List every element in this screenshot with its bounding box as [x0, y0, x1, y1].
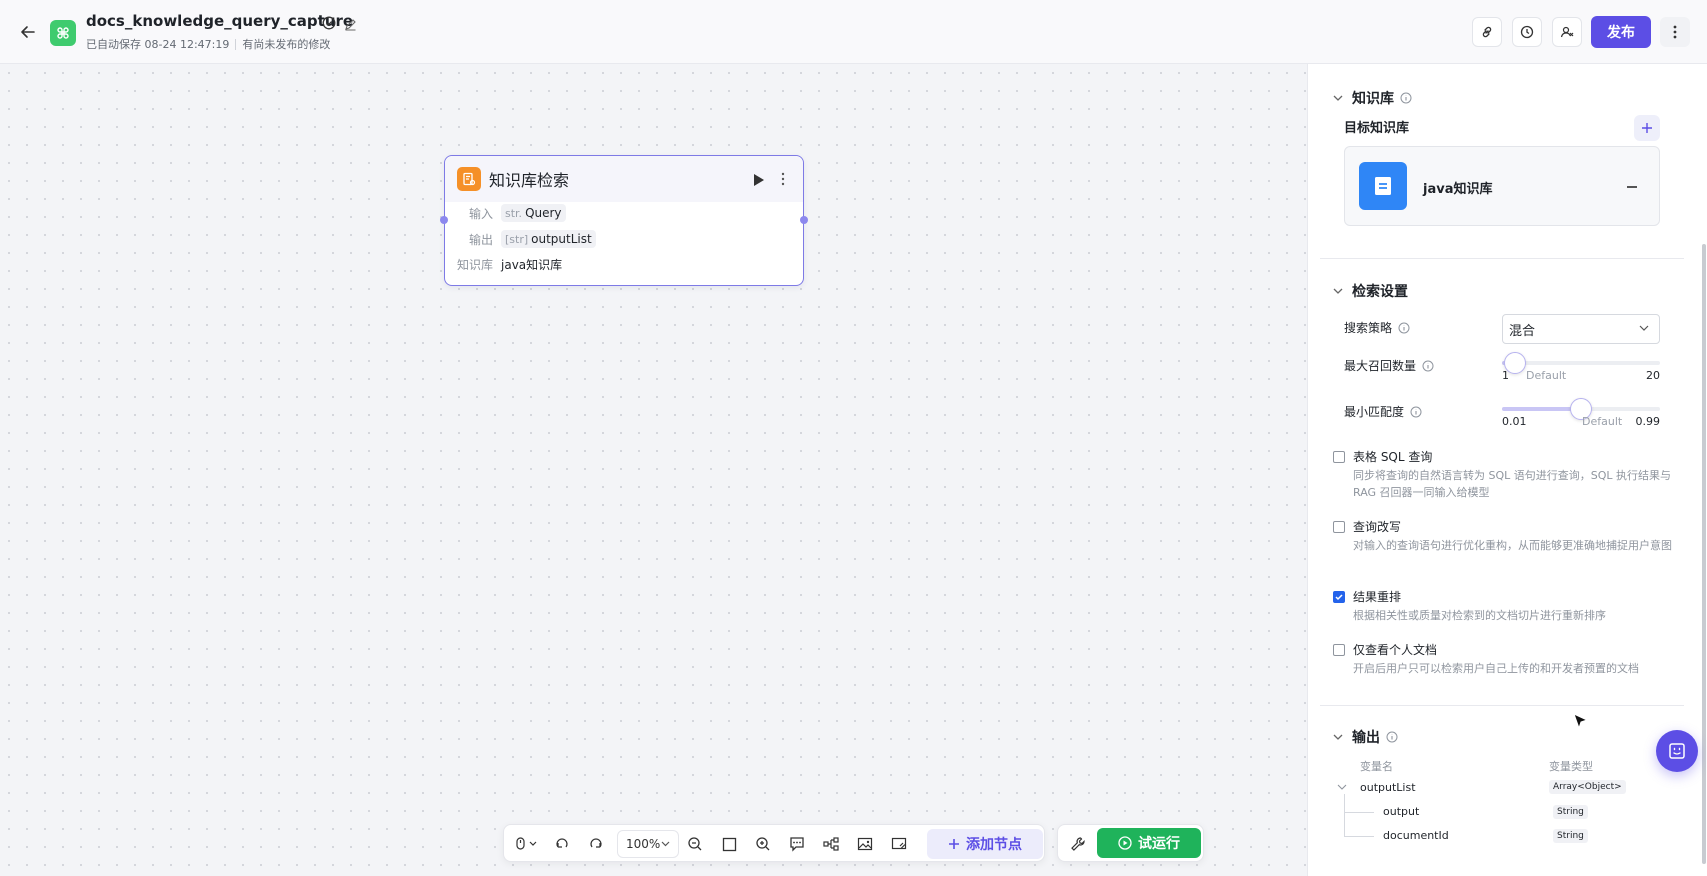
autosave-text: 已自动保存 08-24 12:47:19 [86, 38, 230, 51]
target-kb-label: 目标知识库 [1344, 121, 1410, 136]
strategy-label: 搜索策略 [1344, 319, 1410, 336]
history-clock-icon[interactable] [1512, 17, 1542, 47]
node-more-icon[interactable] [781, 171, 785, 186]
output-variable-pill: [str] outputList [501, 230, 596, 248]
output-child-name: documentId [1383, 829, 1449, 842]
check-icon [1335, 594, 1343, 601]
layout-tree-icon[interactable] [821, 834, 841, 854]
output-section-header[interactable]: 输出 [1332, 727, 1398, 747]
mouse-cursor-icon [1573, 713, 1589, 730]
node-header: 知识库检索 [445, 156, 803, 202]
node-title: 知识库检索 [489, 171, 570, 190]
minimap-icon[interactable] [889, 834, 909, 854]
info-icon [1410, 406, 1422, 417]
chevron-down-icon [1639, 325, 1649, 331]
wrench-icon[interactable] [1068, 834, 1088, 854]
run-node-play-icon[interactable] [753, 172, 765, 186]
checkbox[interactable] [1333, 451, 1345, 463]
plus-icon [1642, 123, 1652, 133]
add-node-button[interactable]: 添加节点 [927, 829, 1043, 859]
comment-icon[interactable] [787, 834, 807, 854]
document-icon [1359, 162, 1407, 210]
checkbox-checked[interactable] [1333, 591, 1345, 603]
assistant-chat-button[interactable] [1656, 730, 1698, 772]
top-header: docs_knowledge_query_capture 已自动保存 08-24… [0, 0, 1707, 64]
checkbox[interactable] [1333, 521, 1345, 533]
tree-line [1344, 836, 1374, 837]
chevron-down-icon [1333, 734, 1343, 740]
redo-icon[interactable] [586, 834, 606, 854]
run-toolbar: 试运行 [1057, 824, 1204, 862]
node-kb-row: 知识库 java知识库 [456, 258, 563, 272]
node-output-handle[interactable] [800, 216, 808, 224]
add-kb-button[interactable] [1634, 115, 1660, 141]
section-divider [1320, 705, 1684, 706]
unpublished-text: 有尚未发布的修改 [242, 38, 331, 51]
output-root-type: Array<Object> [1549, 780, 1626, 794]
info-icon [1422, 360, 1434, 371]
zoom-select[interactable]: 100% [617, 830, 679, 858]
pointer-mode-icon[interactable] [512, 834, 542, 854]
publish-button[interactable]: 发布 [1591, 16, 1651, 48]
info-icon [1400, 92, 1412, 104]
save-status: 已自动保存 08-24 12:47:19 有尚未发布的修改 [86, 36, 330, 52]
strategy-select[interactable]: 混合 [1502, 314, 1660, 344]
fit-view-icon[interactable] [719, 834, 739, 854]
checkbox[interactable] [1333, 644, 1345, 656]
knowledge-base-icon [457, 167, 481, 191]
undo-icon[interactable] [552, 834, 572, 854]
output-child-type: String [1553, 805, 1588, 819]
page-title: docs_knowledge_query_capture [86, 12, 354, 30]
var-name-header: 变量名 [1360, 760, 1393, 773]
chevron-down-icon [1333, 95, 1343, 101]
test-run-button[interactable]: 试运行 [1097, 828, 1201, 858]
node-input-row: 输入 str. Query [445, 204, 566, 222]
output-child-type: String [1553, 829, 1588, 843]
chevron-down-icon [661, 841, 670, 847]
kb-card: java知识库 [1344, 146, 1660, 226]
min-match-label: 最小匹配度 [1344, 403, 1422, 420]
node-output-row: 输出 [str] outputList [445, 230, 596, 248]
search-settings-header[interactable]: 检索设置 [1332, 281, 1408, 301]
collaborator-icon[interactable] [1552, 17, 1582, 47]
zoom-out-icon[interactable] [685, 834, 705, 854]
workflow-app-icon [50, 20, 76, 46]
back-arrow-icon[interactable] [18, 22, 38, 42]
more-vertical-icon[interactable] [1660, 17, 1690, 47]
link-icon[interactable] [1472, 17, 1502, 47]
output-root-name: outputList [1360, 781, 1416, 794]
play-circle-icon [1118, 836, 1132, 850]
edit-pencil-icon[interactable] [344, 16, 357, 31]
kb-name: java知识库 [1423, 182, 1493, 197]
section-divider [1320, 258, 1684, 259]
var-type-header: 变量类型 [1549, 760, 1593, 773]
plus-icon [949, 839, 959, 849]
knowledge-retrieval-node[interactable]: 知识库检索 输入 str. Query 输出 [str] outputList … [440, 155, 808, 286]
chat-face-icon [1669, 743, 1685, 759]
canvas-toolbar: 100% 添加节点 [503, 824, 1045, 862]
input-variable-pill: str. Query [501, 204, 566, 222]
max-recall-label: 最大召回数量 [1344, 357, 1434, 374]
info-icon [1386, 731, 1398, 743]
info-icon [1398, 322, 1410, 333]
output-child-name: output [1383, 805, 1420, 818]
zoom-in-icon[interactable] [753, 834, 773, 854]
chevron-down-icon [1333, 288, 1343, 294]
check-circle-icon [322, 15, 336, 30]
remove-kb-minus-icon[interactable] [1627, 186, 1637, 188]
kb-section-header[interactable]: 知识库 [1332, 88, 1412, 108]
tree-line [1344, 794, 1345, 836]
tree-line [1344, 812, 1374, 813]
chevron-down-icon[interactable] [1337, 783, 1347, 791]
export-image-icon[interactable] [855, 834, 875, 854]
panel-scrollbar[interactable] [1702, 244, 1706, 864]
